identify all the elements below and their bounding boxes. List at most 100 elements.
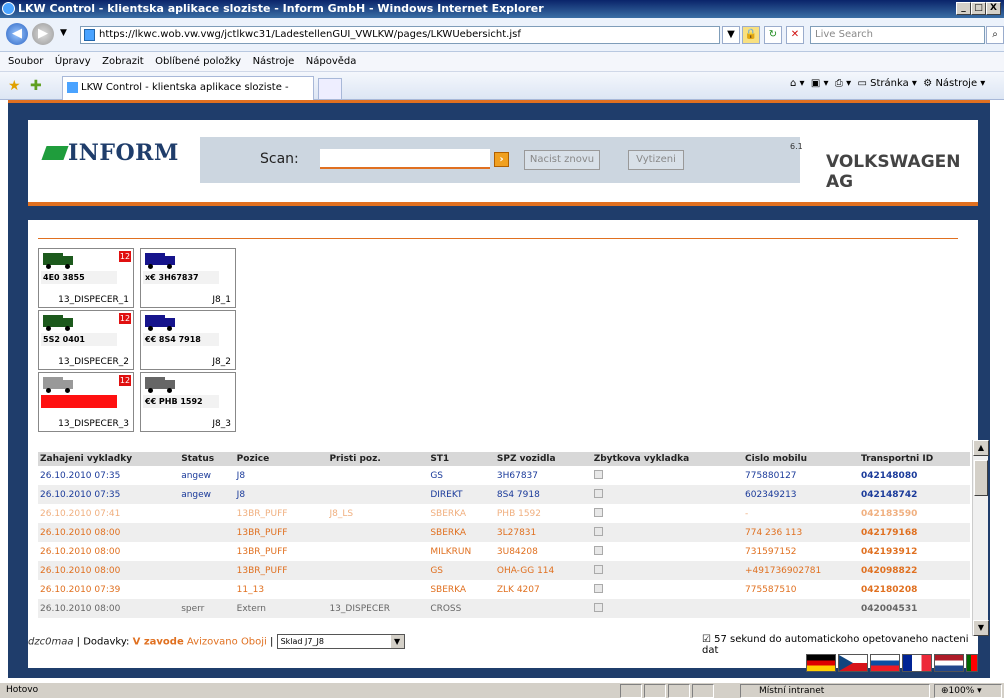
table-row[interactable]: 26.10.2010 08:00 13BR_PUFF SBERKA 3L27831 77… <box>38 523 970 542</box>
truck-tile[interactable]: 12 13_DISPECER_3 <box>38 372 134 432</box>
table-row[interactable]: 26.10.2010 08:00 13BR_PUFF MILKRUN 3U84208 7… <box>38 542 970 561</box>
menu-upravy[interactable]: Úpravy <box>55 52 91 72</box>
store-select[interactable]: Sklad J7_J8 ▼ <box>276 634 405 649</box>
remainder-checkbox <box>591 580 743 599</box>
table-row[interactable]: 26.10.2010 08:00 13BR_PUFF GS OHA-GG 114 +49… <box>38 561 970 580</box>
flag-pt-icon[interactable] <box>966 654 978 672</box>
column-header[interactable]: Pozice <box>234 452 328 466</box>
table-row[interactable]: 26.10.2010 07:41 13BR_PUFF J8_LS SBERKA PHB … <box>38 504 970 523</box>
truck-tile[interactable]: x€ 3H67837 J8_1 <box>140 248 236 308</box>
new-tab-button[interactable] <box>318 78 342 100</box>
refresh-icon[interactable]: ↻ <box>764 26 782 44</box>
table-scrollbar[interactable]: ▲ ▼ <box>972 440 989 636</box>
zoom-control[interactable]: ⊕100% ▾ <box>934 684 1002 698</box>
checkbox-icon[interactable] <box>593 602 603 612</box>
column-header[interactable]: Cislo mobilu <box>743 452 859 466</box>
column-header[interactable]: Zbytkova vykladka <box>591 452 743 466</box>
truck-icon <box>145 315 175 331</box>
menu-napoveda[interactable]: Nápověda <box>306 52 357 72</box>
flag-cz-icon[interactable] <box>838 654 868 672</box>
table-cell: J8 <box>234 466 328 485</box>
tab-lkw-control[interactable]: LKW Control - klientska aplikace slozist… <box>62 76 314 115</box>
tools-menu[interactable]: ⚙ Nástroje ▾ <box>923 78 985 89</box>
filter-in-plant[interactable]: V zavode <box>133 637 184 648</box>
tile-plate: 5S2 0401 <box>41 333 117 346</box>
favorites-star-icon[interactable]: ★ <box>8 78 21 94</box>
forward-button[interactable]: ▶ <box>32 23 54 45</box>
search-input[interactable]: Live Search <box>810 26 985 44</box>
menu-nastroje[interactable]: Nástroje <box>253 52 295 72</box>
truck-tile[interactable]: €€ PHB 1592 J8_3 <box>140 372 236 432</box>
table-cell: GS <box>428 561 495 580</box>
table-cell: 602349213 <box>743 485 859 504</box>
checkbox-icon[interactable] <box>593 564 603 574</box>
reload-button[interactable]: Nacist znovu <box>524 150 600 170</box>
search-icon[interactable]: ⌕ <box>986 26 1004 44</box>
tile-caption: 13_DISPECER_1 <box>58 295 129 305</box>
menu-zobrazit[interactable]: Zobrazit <box>102 52 144 72</box>
url-input[interactable]: https://lkwc.wob.vw.vwg/jctlkwc31/Ladest… <box>80 26 720 44</box>
table-row[interactable]: 26.10.2010 08:00 sperr Extern 13_DISPECER CR… <box>38 599 970 618</box>
table-cell <box>179 561 235 580</box>
checkbox-icon[interactable] <box>593 488 603 498</box>
add-favorite-icon[interactable]: ✚ <box>30 78 42 94</box>
flag-sk-icon[interactable] <box>870 654 900 672</box>
table-cell: J8_LS <box>327 504 429 523</box>
column-header[interactable]: ST1 <box>428 452 495 466</box>
column-header[interactable]: Zahajeni vykladky <box>38 452 180 466</box>
filter-both[interactable]: Oboji <box>241 637 267 648</box>
column-header[interactable]: Pristi poz. <box>327 452 429 466</box>
table-cell: Extern <box>234 599 328 618</box>
url-dropdown-button[interactable]: ▼ <box>722 26 740 44</box>
truck-tile[interactable]: 12 4E0 3855 13_DISPECER_1 <box>38 248 134 308</box>
truck-tile[interactable]: €€ 8S4 7918 J8_2 <box>140 310 236 370</box>
menu-oblibene[interactable]: Oblíbené položky <box>155 52 241 72</box>
unload-button[interactable]: Vytizeni <box>628 150 684 170</box>
filter-announced[interactable]: Avizovano <box>187 637 238 648</box>
home-icon[interactable]: ⌂ ▾ <box>790 78 805 89</box>
table-cell: 26.10.2010 07:39 <box>38 580 180 599</box>
scroll-up-icon[interactable]: ▲ <box>973 440 989 456</box>
table-row[interactable]: 26.10.2010 07:35 angew J8 DIREKT 8S4 7918 602… <box>38 485 970 504</box>
status-bar: Hotovo Místní intranet ⊕100% ▾ <box>0 682 1004 698</box>
truck-icon <box>145 377 175 393</box>
close-window-button[interactable]: X <box>986 2 1001 15</box>
flag-nl-icon[interactable] <box>934 654 964 672</box>
page-menu[interactable]: ▭ Stránka ▾ <box>857 78 916 89</box>
print-icon[interactable]: ⎙ ▾ <box>835 78 851 89</box>
checkbox-icon[interactable] <box>593 469 603 479</box>
checkbox-icon[interactable] <box>593 583 603 593</box>
scan-go-button[interactable]: › <box>494 152 509 167</box>
checkbox-icon[interactable] <box>593 507 603 517</box>
table-cell: 042004531 <box>858 599 970 618</box>
zone-indicator: Místní intranet <box>740 684 930 698</box>
remainder-checkbox <box>591 599 743 618</box>
feeds-icon[interactable]: ▣ ▾ <box>811 78 829 89</box>
tab-bar: ★ ✚ LKW Control - klientska aplikace slo… <box>0 72 1004 115</box>
flag-fr-icon[interactable] <box>902 654 932 672</box>
menu-soubor[interactable]: Soubor <box>8 52 43 72</box>
lock-icon[interactable]: 🔒 <box>742 26 760 44</box>
column-header[interactable]: SPZ vozidla <box>494 452 592 466</box>
maximize-button[interactable]: □ <box>971 2 986 15</box>
table-row[interactable]: 26.10.2010 07:35 angew J8 GS 3H67837 77588012… <box>38 466 970 485</box>
truck-tile[interactable]: 12 5S2 0401 13_DISPECER_2 <box>38 310 134 370</box>
column-header[interactable]: Transportni ID <box>858 452 970 466</box>
truck-icon <box>43 377 73 393</box>
auto-reload-row: ☑ 57 sekund do automatickoho opetovaneho… <box>702 634 978 656</box>
checkbox-icon[interactable] <box>593 545 603 555</box>
flag-de-icon[interactable] <box>806 654 836 672</box>
checkbox-icon[interactable] <box>593 526 603 536</box>
auto-reload-checkbox[interactable]: ☑ <box>702 634 711 645</box>
back-button[interactable]: ◀ <box>6 23 28 45</box>
remainder-checkbox <box>591 504 743 523</box>
tile-plate: 4E0 3855 <box>41 271 117 284</box>
scan-input[interactable] <box>320 149 490 169</box>
table-cell: angew <box>179 485 235 504</box>
column-header[interactable]: Status <box>179 452 235 466</box>
history-dropdown-icon[interactable]: ▼ <box>60 28 67 38</box>
minimize-button[interactable]: _ <box>956 2 971 15</box>
table-row[interactable]: 26.10.2010 07:39 11_13 SBERKA ZLK 4207 77558… <box>38 580 970 599</box>
scroll-thumb[interactable] <box>974 460 988 496</box>
stop-icon[interactable]: ✕ <box>786 26 804 44</box>
